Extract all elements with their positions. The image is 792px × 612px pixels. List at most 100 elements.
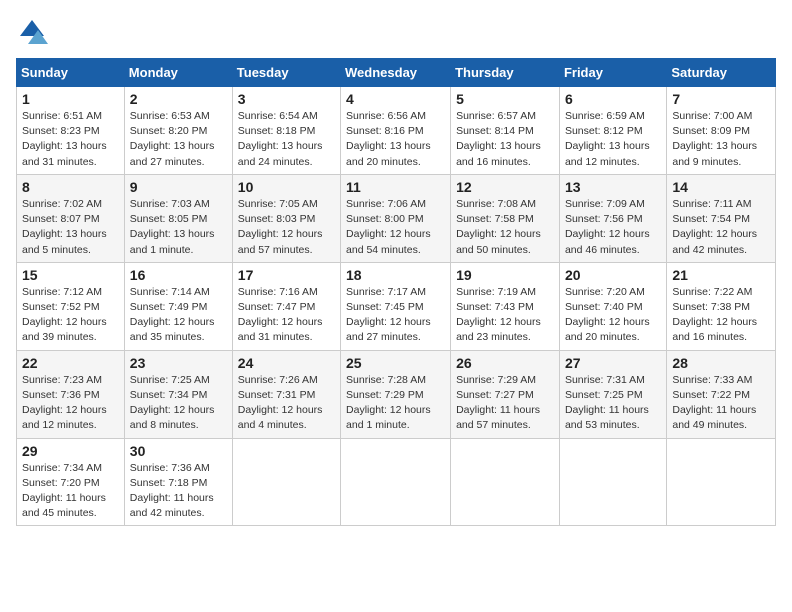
day-info: Sunrise: 7:33 AMSunset: 7:22 PMDaylight:… (672, 373, 770, 434)
day-info: Sunrise: 6:59 AMSunset: 8:12 PMDaylight:… (565, 109, 661, 170)
day-number: 6 (565, 91, 661, 107)
header-saturday: Saturday (667, 59, 776, 87)
day-number: 18 (346, 267, 445, 283)
calendar-cell: 12Sunrise: 7:08 AMSunset: 7:58 PMDayligh… (451, 174, 560, 262)
calendar-week-row: 15 Sunrise: 7:12 AMSunset: 7:52 PMDayligh… (17, 262, 776, 350)
calendar-cell: 5 Sunrise: 6:57 AMSunset: 8:14 PMDaylight… (451, 87, 560, 175)
day-number: 16 (130, 267, 227, 283)
logo (16, 16, 54, 48)
calendar-cell (667, 438, 776, 526)
day-info: Sunrise: 7:25 AMSunset: 7:34 PMDaylight:… (130, 373, 227, 434)
day-number: 25 (346, 355, 445, 371)
day-info: Sunrise: 7:14 AMSunset: 7:49 PMDaylight:… (130, 285, 227, 346)
day-number: 21 (672, 267, 770, 283)
calendar-cell: 22 Sunrise: 7:23 AMSunset: 7:36 PMDayligh… (17, 350, 125, 438)
header-thursday: Thursday (451, 59, 560, 87)
calendar-cell (232, 438, 340, 526)
day-number: 24 (238, 355, 335, 371)
day-number: 11 (346, 179, 445, 195)
page-header (16, 16, 776, 48)
calendar-cell: 24Sunrise: 7:26 AMSunset: 7:31 PMDayligh… (232, 350, 340, 438)
calendar-header-row: SundayMondayTuesdayWednesdayThursdayFrid… (17, 59, 776, 87)
calendar-cell (451, 438, 560, 526)
day-number: 29 (22, 443, 119, 459)
day-info: Sunrise: 7:05 AMSunset: 8:03 PMDaylight:… (238, 197, 335, 258)
calendar-cell: 23Sunrise: 7:25 AMSunset: 7:34 PMDayligh… (124, 350, 232, 438)
day-info: Sunrise: 7:06 AMSunset: 8:00 PMDaylight:… (346, 197, 445, 258)
day-info: Sunrise: 7:02 AMSunset: 8:07 PMDaylight:… (22, 197, 119, 258)
day-number: 4 (346, 91, 445, 107)
day-number: 7 (672, 91, 770, 107)
calendar-cell: 11 Sunrise: 7:06 AMSunset: 8:00 PMDayligh… (341, 174, 451, 262)
calendar-cell (341, 438, 451, 526)
day-info: Sunrise: 7:28 AMSunset: 7:29 PMDaylight:… (346, 373, 445, 434)
calendar-cell: 10 Sunrise: 7:05 AMSunset: 8:03 PMDayligh… (232, 174, 340, 262)
day-number: 28 (672, 355, 770, 371)
calendar-cell: 18 Sunrise: 7:17 AMSunset: 7:45 PMDayligh… (341, 262, 451, 350)
header-sunday: Sunday (17, 59, 125, 87)
header-friday: Friday (559, 59, 666, 87)
calendar-week-row: 29Sunrise: 7:34 AMSunset: 7:20 PMDayligh… (17, 438, 776, 526)
day-number: 2 (130, 91, 227, 107)
day-info: Sunrise: 7:03 AMSunset: 8:05 PMDaylight:… (130, 197, 227, 258)
day-number: 15 (22, 267, 119, 283)
day-number: 10 (238, 179, 335, 195)
day-number: 20 (565, 267, 661, 283)
calendar-week-row: 22 Sunrise: 7:23 AMSunset: 7:36 PMDayligh… (17, 350, 776, 438)
calendar-cell: 30Sunrise: 7:36 AMSunset: 7:18 PMDayligh… (124, 438, 232, 526)
day-info: Sunrise: 7:20 AMSunset: 7:40 PMDaylight:… (565, 285, 661, 346)
calendar-cell: 2 Sunrise: 6:53 AMSunset: 8:20 PMDaylight… (124, 87, 232, 175)
day-info: Sunrise: 7:31 AMSunset: 7:25 PMDaylight:… (565, 373, 661, 434)
calendar-cell: 21 Sunrise: 7:22 AMSunset: 7:38 PMDayligh… (667, 262, 776, 350)
calendar-week-row: 1 Sunrise: 6:51 AMSunset: 8:23 PMDaylight… (17, 87, 776, 175)
calendar-cell: 4Sunrise: 6:56 AMSunset: 8:16 PMDaylight… (341, 87, 451, 175)
calendar-cell: 29Sunrise: 7:34 AMSunset: 7:20 PMDayligh… (17, 438, 125, 526)
calendar-cell: 1 Sunrise: 6:51 AMSunset: 8:23 PMDaylight… (17, 87, 125, 175)
day-number: 3 (238, 91, 335, 107)
day-info: Sunrise: 6:57 AMSunset: 8:14 PMDaylight:… (456, 109, 554, 170)
day-number: 26 (456, 355, 554, 371)
day-number: 14 (672, 179, 770, 195)
calendar-cell: 15 Sunrise: 7:12 AMSunset: 7:52 PMDayligh… (17, 262, 125, 350)
day-number: 5 (456, 91, 554, 107)
calendar-week-row: 8 Sunrise: 7:02 AMSunset: 8:07 PMDaylight… (17, 174, 776, 262)
calendar-cell: 9 Sunrise: 7:03 AMSunset: 8:05 PMDaylight… (124, 174, 232, 262)
calendar-cell: 8 Sunrise: 7:02 AMSunset: 8:07 PMDaylight… (17, 174, 125, 262)
calendar-cell: 17 Sunrise: 7:16 AMSunset: 7:47 PMDayligh… (232, 262, 340, 350)
day-info: Sunrise: 7:09 AMSunset: 7:56 PMDaylight:… (565, 197, 661, 258)
day-number: 30 (130, 443, 227, 459)
day-info: Sunrise: 7:22 AMSunset: 7:38 PMDaylight:… (672, 285, 770, 346)
day-info: Sunrise: 7:17 AMSunset: 7:45 PMDaylight:… (346, 285, 445, 346)
day-info: Sunrise: 7:16 AMSunset: 7:47 PMDaylight:… (238, 285, 335, 346)
day-info: Sunrise: 6:53 AMSunset: 8:20 PMDaylight:… (130, 109, 227, 170)
calendar-cell: 14 Sunrise: 7:11 AMSunset: 7:54 PMDayligh… (667, 174, 776, 262)
calendar-cell: 16 Sunrise: 7:14 AMSunset: 7:49 PMDayligh… (124, 262, 232, 350)
day-info: Sunrise: 7:00 AMSunset: 8:09 PMDaylight:… (672, 109, 770, 170)
calendar-cell (559, 438, 666, 526)
header-tuesday: Tuesday (232, 59, 340, 87)
calendar-cell: 3 Sunrise: 6:54 AMSunset: 8:18 PMDaylight… (232, 87, 340, 175)
day-number: 22 (22, 355, 119, 371)
day-info: Sunrise: 7:29 AMSunset: 7:27 PMDaylight:… (456, 373, 554, 434)
calendar-cell: 19Sunrise: 7:19 AMSunset: 7:43 PMDayligh… (451, 262, 560, 350)
calendar-cell: 13 Sunrise: 7:09 AMSunset: 7:56 PMDayligh… (559, 174, 666, 262)
day-number: 17 (238, 267, 335, 283)
day-number: 19 (456, 267, 554, 283)
day-info: Sunrise: 7:12 AMSunset: 7:52 PMDaylight:… (22, 285, 119, 346)
day-number: 27 (565, 355, 661, 371)
day-number: 1 (22, 91, 119, 107)
calendar-cell: 20 Sunrise: 7:20 AMSunset: 7:40 PMDayligh… (559, 262, 666, 350)
day-info: Sunrise: 6:54 AMSunset: 8:18 PMDaylight:… (238, 109, 335, 170)
day-info: Sunrise: 7:08 AMSunset: 7:58 PMDaylight:… (456, 197, 554, 258)
calendar-cell: 28 Sunrise: 7:33 AMSunset: 7:22 PMDayligh… (667, 350, 776, 438)
calendar-cell: 25 Sunrise: 7:28 AMSunset: 7:29 PMDayligh… (341, 350, 451, 438)
day-info: Sunrise: 7:11 AMSunset: 7:54 PMDaylight:… (672, 197, 770, 258)
header-monday: Monday (124, 59, 232, 87)
calendar-cell: 6 Sunrise: 6:59 AMSunset: 8:12 PMDaylight… (559, 87, 666, 175)
day-info: Sunrise: 7:23 AMSunset: 7:36 PMDaylight:… (22, 373, 119, 434)
day-number: 13 (565, 179, 661, 195)
day-number: 8 (22, 179, 119, 195)
calendar-cell: 26 Sunrise: 7:29 AMSunset: 7:27 PMDayligh… (451, 350, 560, 438)
day-info: Sunrise: 6:51 AMSunset: 8:23 PMDaylight:… (22, 109, 119, 170)
day-number: 9 (130, 179, 227, 195)
